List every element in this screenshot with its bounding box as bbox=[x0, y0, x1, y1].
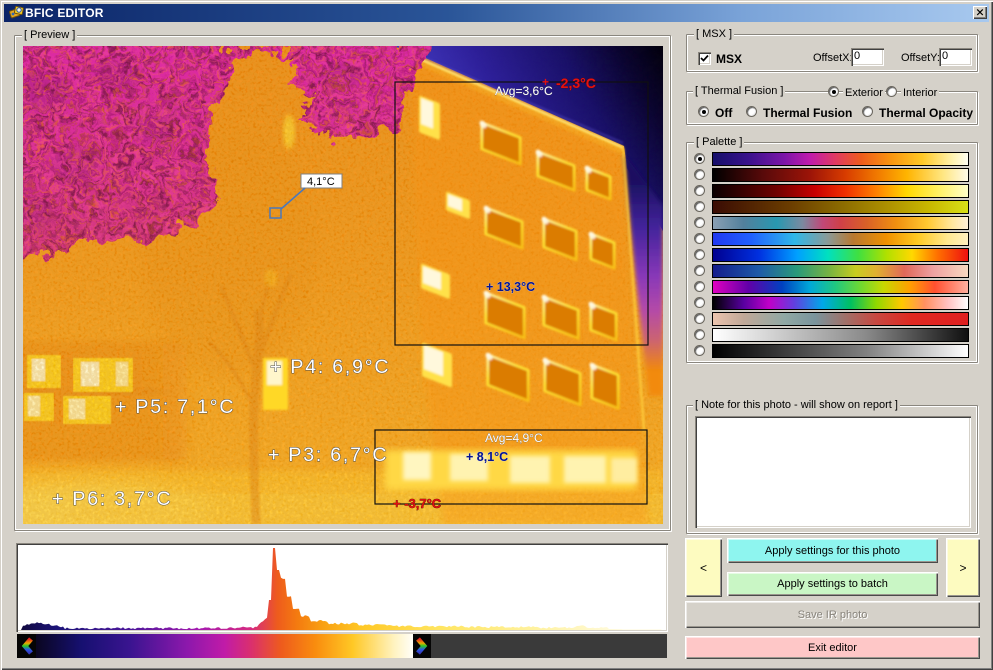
svg-text:+ P6: 3,7°C: + P6: 3,7°C bbox=[52, 488, 172, 510]
svg-text:4,1°C: 4,1°C bbox=[307, 176, 335, 188]
svg-text:+ -3,7°C: + -3,7°C bbox=[393, 496, 442, 511]
svg-text:+: + bbox=[542, 75, 549, 89]
svg-text:+ 13,3°C: + 13,3°C bbox=[486, 280, 535, 294]
svg-text:+ 8,1°C: + 8,1°C bbox=[466, 450, 508, 464]
svg-text:+ P4: 6,9°C: + P4: 6,9°C bbox=[270, 356, 390, 378]
svg-text:+ P3: 6,7°C: + P3: 6,7°C bbox=[268, 444, 388, 466]
svg-text:-2,3°C: -2,3°C bbox=[556, 75, 596, 91]
svg-text:Avg=4,9°C: Avg=4,9°C bbox=[485, 431, 543, 445]
svg-text:+ P5: 7,1°C: + P5: 7,1°C bbox=[115, 396, 235, 418]
